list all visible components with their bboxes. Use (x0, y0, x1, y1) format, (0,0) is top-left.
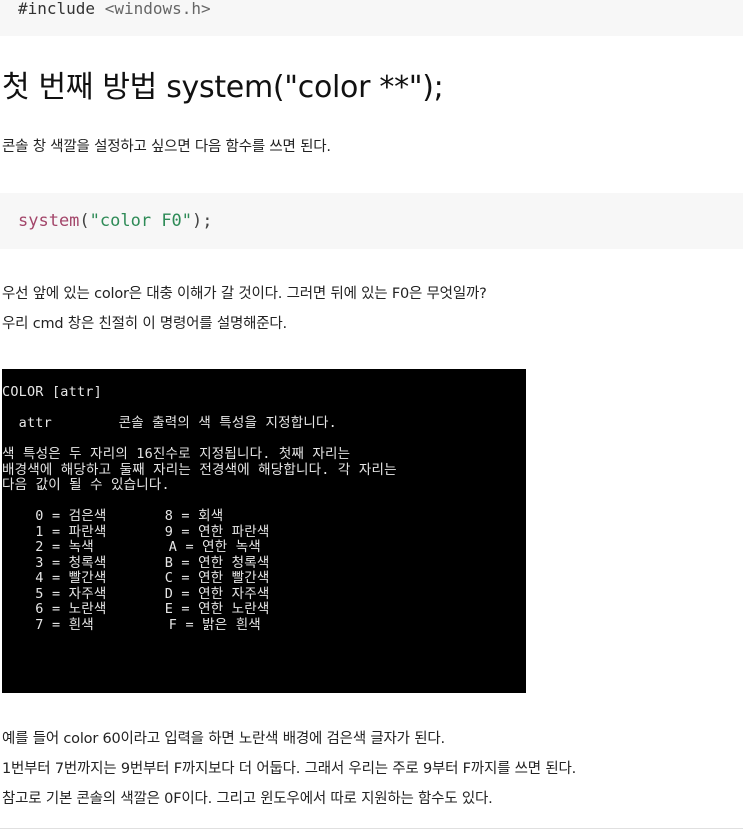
code-function: system (18, 211, 80, 231)
paragraph-3: 예를 들어 color 60이라고 입력을 하면 노란색 배경에 검은색 글자가… (2, 731, 445, 747)
paragraph-2: 우리 cmd 창은 친절히 이 명령어를 설명해준다. (2, 316, 287, 332)
section-heading: 첫 번째 방법 system("color **"); (2, 70, 444, 105)
paragraph-4: 1번부터 7번까지는 9번부터 F까지보다 더 어둡다. 그래서 우리는 주로 … (2, 761, 577, 777)
intro-paragraph: 콘솔 창 색깔을 설정하고 싶으면 다음 함수를 쓰면 된다. (2, 139, 331, 155)
example-code-line: system("color F0"); (18, 210, 213, 232)
paragraph-5: 참고로 기본 콘솔의 색깔은 0F이다. 그리고 윈도우에서 따로 지원하는 함… (2, 791, 493, 807)
paragraph-1: 우선 앞에 있는 color은 대충 이해가 갈 것이다. 그러면 뒤에 있는 … (2, 286, 487, 302)
include-directive: #include (18, 0, 105, 18)
include-code-block: #include <windows.h> (0, 0, 743, 36)
divider (0, 828, 743, 829)
code-string-arg: "color F0" (89, 211, 193, 231)
console-output: COLOR [attr] attr 콘솔 출력의 색 특성을 지정합니다. 색 … (2, 384, 397, 633)
cmd-help-screenshot: COLOR [attr] attr 콘솔 출력의 색 특성을 지정합니다. 색 … (2, 369, 526, 693)
code-close: ); (192, 211, 213, 231)
include-line: #include <windows.h> (18, 0, 211, 20)
code-open-paren: ( (79, 211, 90, 231)
example-code-block: system("color F0"); (0, 193, 743, 249)
include-library: <windows.h> (104, 0, 211, 18)
